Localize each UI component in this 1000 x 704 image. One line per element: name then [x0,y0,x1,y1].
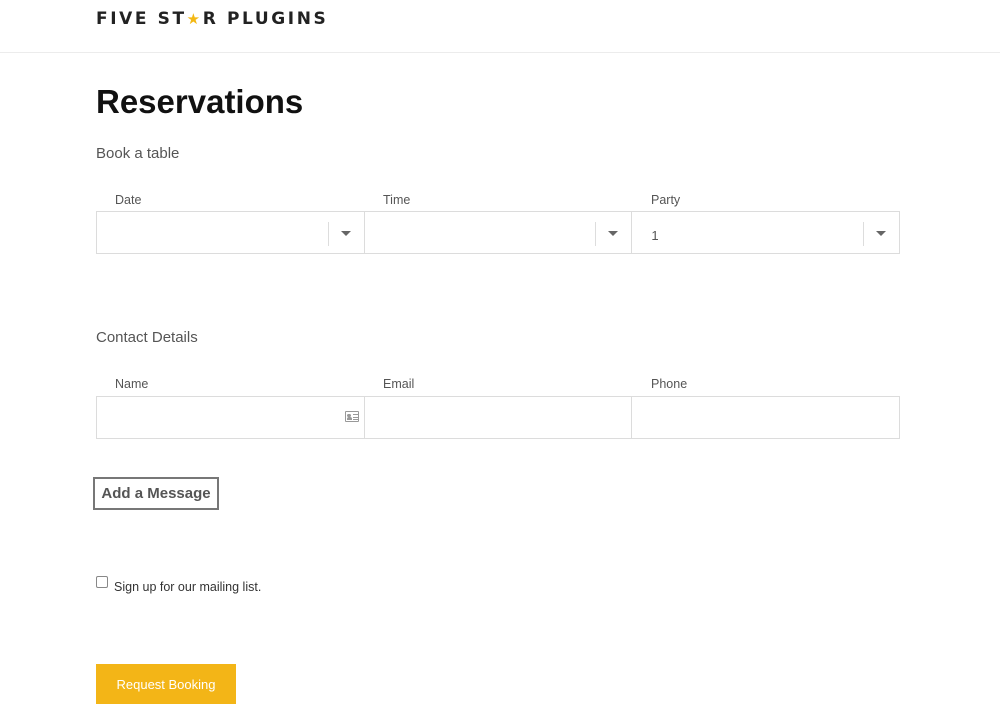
request-booking-button[interactable]: Request Booking [96,664,236,704]
chevron-down-icon[interactable] [876,231,887,236]
time-select[interactable] [364,211,633,254]
party-value: 1 [651,228,659,243]
add-message-button[interactable]: Add a Message [93,477,219,510]
site-header: FIVE ST★R PLUGINS [0,0,1000,53]
time-label: Time [383,193,411,207]
name-label: Name [115,377,149,391]
select-separator [327,222,329,246]
logo-text-start: FIVE ST [96,9,187,29]
contact-section-label: Contact Details [96,329,198,346]
logo-text-end: R PLUGINS [202,9,329,29]
page-title: Reservations [96,83,304,120]
email-label: Email [383,377,415,391]
date-label: Date [115,193,142,207]
booking-section-label: Book a table [96,145,180,162]
party-label: Party [651,193,681,207]
name-input[interactable] [96,396,365,439]
mailing-list-label[interactable]: Sign up for our mailing list. [114,580,261,594]
contact-fields [96,396,901,439]
party-select[interactable]: 1 [632,211,901,254]
phone-label: Phone [651,377,688,391]
date-select[interactable] [96,211,365,254]
phone-input[interactable] [632,396,901,439]
chevron-down-icon[interactable] [340,231,351,236]
star-icon: ★ [186,10,203,28]
email-input[interactable] [364,396,633,439]
site-logo[interactable]: FIVE ST★R PLUGINS [96,9,328,29]
select-separator [863,222,865,246]
contact-card-icon[interactable] [344,411,359,422]
mailing-list-checkbox[interactable] [96,576,108,588]
chevron-down-icon[interactable] [608,231,619,236]
select-separator [595,222,597,246]
booking-fields: 1 [96,211,901,254]
